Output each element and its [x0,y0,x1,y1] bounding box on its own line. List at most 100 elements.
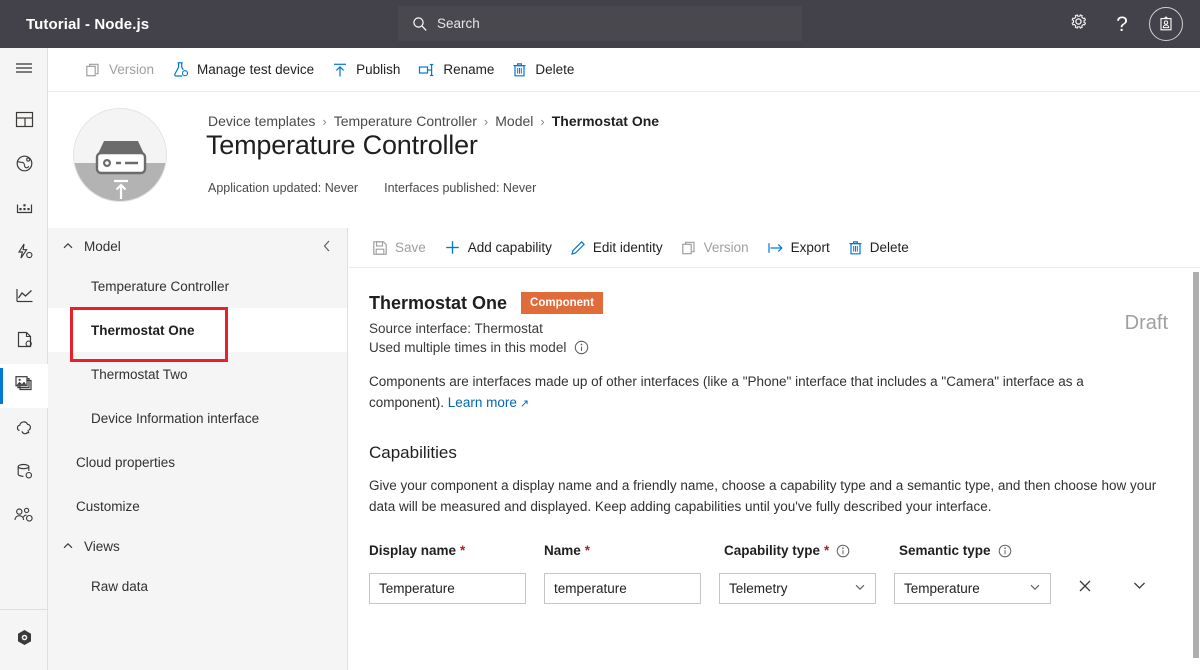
devices-globe-icon [14,153,35,179]
command-add-capability[interactable]: Add capability [435,228,561,268]
global-search-box[interactable]: Search [398,6,802,41]
info-circle-icon[interactable] [836,544,850,558]
command-save[interactable]: Save [363,228,435,268]
capabilities-heading: Capabilities [369,443,1200,463]
jobs-document-icon [14,329,35,355]
command-manage-test-device[interactable]: Manage test device [163,48,323,92]
remove-capability-button[interactable] [1069,572,1101,604]
command-publish-label: Publish [356,62,400,77]
tree-item-device-information-interface[interactable]: Device Information interface [48,396,347,440]
command-edit-identity-label: Edit identity [593,240,663,255]
device-template-upload-icon [74,109,166,201]
chevron-down-icon [1131,577,1148,599]
trash-icon [848,240,863,256]
model-tree-panel: Model Temperature Controller Thermostat … [48,228,348,670]
plus-icon [444,239,461,256]
tree-item-temperature-controller[interactable]: Temperature Controller [48,264,347,308]
command-delete[interactable]: Delete [503,48,583,92]
rail-item-analytics[interactable] [0,276,48,320]
semantic-type-select[interactable]: Temperature [894,573,1051,604]
help-button[interactable]: ? [1100,0,1144,48]
name-input[interactable]: temperature [544,573,701,604]
hamburger-icon [14,60,34,81]
pencil-icon [570,240,586,256]
chevron-down-icon [854,581,866,596]
component-title-row: Thermostat One Component [369,292,1200,314]
command-edit-identity[interactable]: Edit identity [561,228,672,268]
breadcrumb-item-current: Thermostat One [552,113,659,129]
name-value: temperature [554,581,627,596]
rename-icon [418,62,435,78]
publish-up-arrow-icon [332,62,348,78]
top-header-bar: Tutorial - Node.js Search ? [0,0,1200,48]
column-header-display-name-label: Display name [369,543,456,558]
tree-item-cloud-properties[interactable]: Cloud properties [48,440,347,484]
rail-item-jobs[interactable] [0,320,48,364]
account-badge-icon [1149,7,1183,41]
command-rename[interactable]: Rename [409,48,503,92]
tree-section-views-label: Views [84,539,120,554]
rail-item-rules[interactable] [0,232,48,276]
learn-more-link[interactable]: Learn more↗︎ [448,395,529,410]
tree-item-label: Customize [76,499,140,514]
content-scrollbar[interactable] [1192,268,1200,670]
info-circle-icon[interactable] [574,340,589,355]
tree-item-thermostat-two[interactable]: Thermostat Two [48,352,347,396]
chevron-down-icon [1029,581,1041,596]
breadcrumb-separator-icon: › [484,114,488,129]
collapse-panel-icon[interactable] [321,228,333,264]
command-version-interface[interactable]: Version [672,228,758,268]
rail-item-administration[interactable] [0,496,48,540]
tree-item-thermostat-one[interactable]: Thermostat One [48,308,347,352]
breadcrumb-item-device-templates[interactable]: Device templates [208,113,315,129]
command-delete-interface[interactable]: Delete [839,228,918,268]
flask-icon [172,61,189,78]
command-export[interactable]: Export [758,228,839,268]
rail-item-data-export[interactable] [0,408,48,452]
component-description: Components are interfaces made up of oth… [369,371,1159,415]
breadcrumb-item-model[interactable]: Model [495,113,533,129]
rail-item-app-settings[interactable] [0,618,48,662]
gear-icon [1069,12,1088,36]
expand-capability-button[interactable] [1123,572,1155,604]
command-publish[interactable]: Publish [323,48,409,92]
scrollbar-thumb[interactable] [1193,272,1199,658]
tree-item-label: Temperature Controller [91,279,229,294]
analytics-chart-icon [14,285,35,311]
component-usage-label: Used multiple times in this model [369,340,566,355]
rail-item-hamburger-menu[interactable] [0,48,48,92]
rail-item-device-groups[interactable] [0,188,48,232]
settings-button[interactable] [1056,0,1100,48]
tree-item-raw-data[interactable]: Raw data [48,564,347,608]
command-manage-test-device-label: Manage test device [197,62,314,77]
draft-status: Draft [1125,312,1168,335]
account-button[interactable] [1144,0,1188,48]
tree-item-label: Thermostat One [91,323,195,338]
command-rename-label: Rename [443,62,494,77]
cloud-export-icon [14,417,35,443]
tree-section-model[interactable]: Model [48,228,347,264]
command-version[interactable]: Version [76,48,163,92]
interface-editor-panel: Save Add capability Edit identity [349,228,1200,670]
rail-item-devices[interactable] [0,144,48,188]
meta-application-updated: Application updated: Never [208,181,358,195]
search-icon [412,16,428,32]
learn-more-label: Learn more [448,395,517,410]
display-name-input[interactable]: Temperature [369,573,526,604]
rail-item-dashboard[interactable] [0,100,48,144]
device-groups-icon [14,197,35,223]
rail-item-data[interactable] [0,452,48,496]
trash-icon [512,62,527,78]
info-circle-icon[interactable] [998,544,1012,558]
capability-type-select[interactable]: Telemetry [719,573,876,604]
search-placeholder: Search [437,16,480,31]
tree-item-customize[interactable]: Customize [48,484,347,528]
required-asterisk: * [824,543,829,558]
rail-item-device-templates[interactable] [0,364,48,408]
breadcrumb-item-temperature-controller[interactable]: Temperature Controller [334,113,477,129]
app-title: Tutorial - Node.js [26,16,149,33]
tree-section-views[interactable]: Views [48,528,347,564]
column-header-capability-type: Capability type * [724,543,899,558]
page-header: Device templates › Temperature Controlle… [48,92,1200,228]
breadcrumb-separator-icon: › [540,114,544,129]
